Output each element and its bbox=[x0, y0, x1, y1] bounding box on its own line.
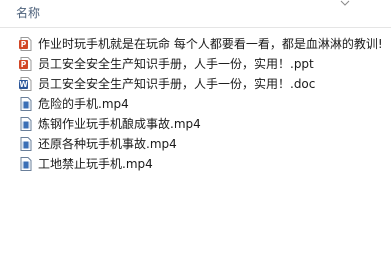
file-row[interactable]: P 作业时玩手机就是在玩命 每个人都要看一看，都是血淋淋的教训! bbox=[0, 34, 391, 54]
file-row[interactable]: 还原各种玩手机事故.mp4 bbox=[0, 134, 391, 154]
file-row[interactable]: W 员工安全安全生产知识手册，人手一份，实用！.doc bbox=[0, 74, 391, 94]
file-list: P 作业时玩手机就是在玩命 每个人都要看一看，都是血淋淋的教训! P 员工安全安… bbox=[0, 34, 391, 174]
svg-text:P: P bbox=[21, 60, 27, 69]
file-name[interactable]: 还原各种玩手机事故.mp4 bbox=[38, 136, 177, 152]
svg-text:P: P bbox=[21, 40, 27, 49]
file-name[interactable]: 工地禁止玩手机.mp4 bbox=[38, 156, 153, 172]
sort-chevron-icon bbox=[340, 0, 350, 6]
file-row[interactable]: 危险的手机.mp4 bbox=[0, 94, 391, 114]
ppt-file-icon: P bbox=[19, 57, 32, 71]
file-name[interactable]: 炼钢作业玩手机酿成事故.mp4 bbox=[38, 116, 201, 132]
video-file-icon bbox=[20, 137, 32, 151]
file-name[interactable]: 作业时玩手机就是在玩命 每个人都要看一看，都是血淋淋的教训! bbox=[38, 36, 383, 52]
name-column-header[interactable]: 名称 bbox=[16, 6, 40, 20]
file-row[interactable]: P 员工安全安全生产知识手册，人手一份，实用！.ppt bbox=[0, 54, 391, 74]
file-name[interactable]: 员工安全安全生产知识手册，人手一份，实用！.ppt bbox=[38, 56, 314, 72]
svg-text:W: W bbox=[19, 80, 28, 89]
doc-file-icon: W bbox=[19, 77, 32, 91]
pptx-file-icon: P bbox=[19, 37, 32, 51]
file-name[interactable]: 员工安全安全生产知识手册，人手一份，实用！.doc bbox=[38, 76, 315, 92]
file-name[interactable]: 危险的手机.mp4 bbox=[38, 96, 129, 112]
video-file-icon bbox=[20, 97, 32, 111]
video-file-icon bbox=[20, 157, 32, 171]
video-file-icon bbox=[20, 117, 32, 131]
column-header: 名称 bbox=[0, 0, 391, 28]
file-row[interactable]: 炼钢作业玩手机酿成事故.mp4 bbox=[0, 114, 391, 134]
file-row[interactable]: 工地禁止玩手机.mp4 bbox=[0, 154, 391, 174]
